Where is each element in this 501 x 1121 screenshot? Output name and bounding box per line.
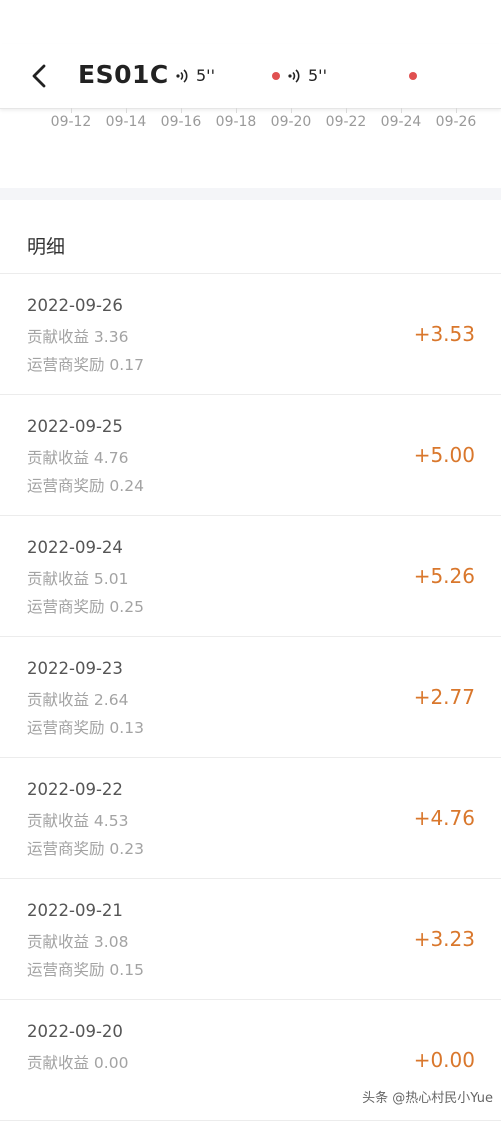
axis-tick-label: 09-22 [325,114,367,130]
detail-row[interactable]: 2022-09-22 贡献收益 4.53 运营商奖励 0.23 +4.76 [0,758,501,879]
section-divider [0,188,501,200]
detail-row[interactable]: 2022-09-26 贡献收益 3.36 运营商奖励 0.17 +3.53 [0,274,501,395]
row-reward: 运营商奖励 0.25 [27,598,144,616]
row-reward: 运营商奖励 0.13 [27,719,144,737]
row-date: 2022-09-24 [27,538,123,557]
row-contribution: 贡献收益 0.00 [27,1054,129,1072]
back-button[interactable] [24,58,54,94]
detail-row[interactable]: 2022-09-25 贡献收益 4.76 运营商奖励 0.24 +5.00 [0,395,501,516]
voice-message-2[interactable]: 5'' [272,66,327,85]
row-reward: 运营商奖励 0.15 [27,961,144,979]
axis-tick-mark [126,108,127,113]
row-date: 2022-09-23 [27,659,123,678]
row-reward: 运营商奖励 0.24 [27,477,144,495]
axis-tick-label: 09-16 [160,114,202,130]
row-amount: +3.23 [413,927,475,951]
back-arrow-icon [32,64,46,88]
voice-duration: 5'' [308,66,327,85]
row-amount: +2.77 [413,685,475,709]
row-amount: +5.26 [413,564,475,588]
row-date: 2022-09-26 [27,296,123,315]
row-date: 2022-09-25 [27,417,123,436]
row-amount: +0.00 [413,1048,475,1072]
axis-tick-mark [181,108,182,113]
top-bar: ES01C 5'' 5'' [0,44,501,109]
axis-tick-label: 09-20 [270,114,312,130]
row-contribution: 贡献收益 3.08 [27,933,129,951]
axis-tick-label: 09-14 [105,114,147,130]
detail-row[interactable]: 2022-09-23 贡献收益 2.64 运营商奖励 0.13 +2.77 [0,637,501,758]
axis-tick-label: 09-24 [380,114,422,130]
axis-tick-label: 09-18 [215,114,257,130]
row-date: 2022-09-20 [27,1022,123,1041]
row-date: 2022-09-21 [27,901,123,920]
row-contribution: 贡献收益 2.64 [27,691,129,709]
voice-duration: 5'' [196,66,215,85]
row-amount: +3.53 [413,322,475,346]
recording-dot-icon [272,71,280,80]
details-title: 明细 [27,236,66,258]
axis-tick-mark [346,108,347,113]
chart-x-axis: 09-12 09-14 09-16 09-18 09-20 09-22 09-24 09-26 [0,108,501,138]
axis-tick-mark [236,108,237,113]
voice-message-1[interactable]: 5'' [174,66,215,85]
row-reward: 运营商奖励 0.23 [27,840,144,858]
axis-tick-mark [456,108,457,113]
status-bar [0,0,501,40]
axis-tick-label: 09-26 [435,114,477,130]
row-amount: +4.76 [413,806,475,830]
row-reward: 运营商奖励 0.17 [27,356,144,374]
details-list: 2022-09-26 贡献收益 3.36 运营商奖励 0.17 +3.53 2022-0… [0,273,501,1121]
row-contribution: 贡献收益 5.01 [27,570,129,588]
recording-dot-icon [409,72,417,80]
watermark: 头条 @热心村民小Yue [362,1091,493,1106]
row-contribution: 贡献收益 4.53 [27,812,129,830]
axis-tick-label: 09-12 [50,114,92,130]
detail-row[interactable]: 2022-09-24 贡献收益 5.01 运营商奖励 0.25 +5.26 [0,516,501,637]
row-amount: +5.00 [413,443,475,467]
axis-tick-mark [401,108,402,113]
row-contribution: 贡献收益 4.76 [27,449,129,467]
detail-row[interactable]: 2022-09-21 贡献收益 3.08 运营商奖励 0.15 +3.23 [0,879,501,1000]
sound-wave-icon [288,68,300,83]
sound-wave-icon [176,68,188,83]
page-title: ES01C [78,60,169,89]
row-contribution: 贡献收益 3.36 [27,328,129,346]
row-date: 2022-09-22 [27,780,123,799]
axis-tick-mark [71,108,72,113]
axis-tick-mark [291,108,292,113]
